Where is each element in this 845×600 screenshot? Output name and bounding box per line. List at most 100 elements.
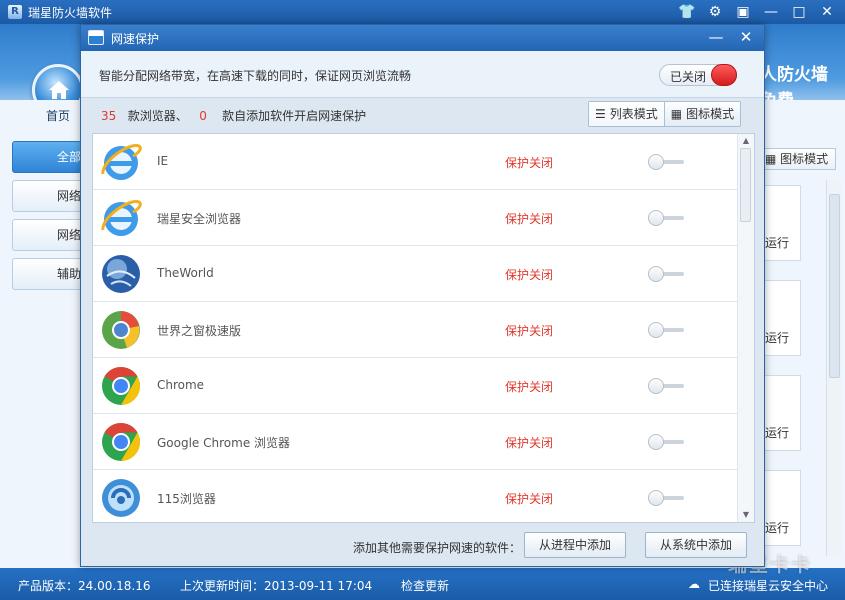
add-from-process-button[interactable]: 从进程中添加: [524, 532, 626, 558]
switch-knob: [648, 266, 664, 282]
nav-home[interactable]: 首页: [46, 107, 70, 124]
scroll-down-icon[interactable]: ▼: [738, 508, 754, 522]
cloud-icon: ☁: [688, 577, 700, 591]
cloud-status: 已连接瑞星云安全中心: [708, 579, 829, 593]
grid-icon: ▦: [670, 107, 683, 121]
list-mode-label: 列表模式: [609, 107, 658, 121]
bg-card[interactable]: 运行: [764, 280, 801, 356]
close-icon[interactable]: ✕: [815, 2, 839, 22]
switch-knob: [648, 378, 664, 394]
browser-name: IE: [157, 154, 169, 168]
bg-icon-mode-button[interactable]: ▦ 图标模式: [764, 148, 836, 170]
browser-name: TheWorld: [157, 266, 214, 280]
protection-switch[interactable]: [648, 434, 684, 450]
close-icon[interactable]: ✕: [733, 26, 759, 48]
gear-icon[interactable]: ⚙: [703, 2, 727, 22]
scroll-thumb[interactable]: [740, 148, 751, 222]
browser-row[interactable]: IE 保护关闭: [93, 134, 738, 190]
bg-card-text: 运行: [765, 331, 790, 345]
switch-knob: [648, 210, 664, 226]
browser-name: 115浏览器: [157, 492, 216, 506]
side-button-network-1[interactable]: 网络: [12, 180, 82, 212]
toggle-knob: [711, 64, 737, 86]
browser-row[interactable]: Google Chrome 浏览器 保护关闭: [93, 414, 738, 470]
side-button-assist[interactable]: 辅助: [12, 258, 82, 290]
icon-mode-button[interactable]: ▦ 图标模式: [663, 102, 741, 126]
check-update-link[interactable]: 检查更新: [401, 577, 449, 594]
list-mode-button[interactable]: ☰ 列表模式: [589, 102, 664, 126]
add-software-label: 添加其他需要保护网速的软件：: [353, 541, 522, 555]
count-text-1: 款浏览器、: [127, 109, 188, 123]
chrome-icon: [99, 364, 143, 408]
browser-count: 35: [101, 109, 117, 123]
switch-knob: [648, 154, 664, 170]
protection-switch[interactable]: [648, 378, 684, 394]
bg-card[interactable]: 运行: [764, 375, 801, 451]
browser-list: IE 保护关闭 瑞星安全浏览器 保护关闭 TheWorld 保护关闭 世界之窗极速版 保护关闭…: [92, 133, 755, 523]
side-button-network-2[interactable]: 网络: [12, 219, 82, 251]
bg-card-text: 运行: [765, 236, 790, 250]
browser-name: 瑞星安全浏览器: [157, 212, 242, 226]
browser-name: Chrome: [157, 378, 205, 392]
theworld-globe-icon: [99, 252, 143, 296]
115-browser-icon: [99, 476, 143, 520]
maximize-icon[interactable]: □: [787, 2, 811, 22]
software-count: 0: [199, 109, 207, 123]
switch-knob: [648, 322, 664, 338]
protection-count: 35 款浏览器、 0 款自添加软件开启网速保护: [101, 107, 366, 124]
minimize-icon[interactable]: —: [759, 2, 783, 22]
bg-card[interactable]: 运行: [764, 470, 801, 546]
protection-status: 保护关闭: [505, 492, 554, 506]
main-titlebar: R 瑞星防火墙软件 👕 ⚙ ▣ — □ ✕: [0, 0, 845, 24]
protection-master-toggle[interactable]: 已关闭: [659, 64, 737, 86]
browser-row[interactable]: TheWorld 保护关闭: [93, 246, 738, 302]
slogan-line-1: 人防火墙: [760, 65, 828, 85]
dialog-title: 网速保护: [111, 32, 160, 46]
protection-status: 保护关闭: [505, 212, 554, 226]
bg-scroll-thumb[interactable]: [829, 194, 840, 378]
chrome-icon: [99, 420, 143, 464]
ie-icon: [99, 140, 143, 184]
add-from-system-button[interactable]: 从系统中添加: [645, 532, 747, 558]
protection-switch[interactable]: [648, 266, 684, 282]
icon-mode-label: 图标模式: [686, 107, 735, 121]
minimize-icon[interactable]: —: [703, 26, 729, 48]
menu-icon[interactable]: ▣: [731, 2, 755, 22]
feature-description: 智能分配网络带宽，在高速下载的同时，保证网页浏览流畅: [99, 69, 412, 83]
bg-icon-mode-label: 图标模式: [780, 152, 829, 166]
browser-row[interactable]: Chrome 保护关闭: [93, 358, 738, 414]
rising-logo-icon: R: [8, 5, 22, 19]
home-icon: [49, 81, 69, 99]
browser-name: 世界之窗极速版: [157, 324, 242, 338]
bg-card-text: 运行: [765, 521, 790, 535]
status-bar: 产品版本：24.00.18.16 上次更新时间：2013-09-11 17:04…: [0, 568, 845, 600]
bg-card[interactable]: 运行: [764, 185, 801, 261]
scroll-up-icon[interactable]: ▲: [738, 134, 754, 148]
list-scrollbar[interactable]: ▲ ▼: [737, 134, 754, 522]
ie-icon: [99, 196, 143, 240]
dialog-titlebar: 网速保护 — ✕: [81, 25, 764, 51]
protection-switch[interactable]: [648, 210, 684, 226]
browser-row[interactable]: 世界之窗极速版 保护关闭: [93, 302, 738, 358]
main-window-title: 瑞星防火墙软件: [28, 5, 113, 20]
protection-status: 保护关闭: [505, 268, 554, 282]
side-button-all[interactable]: 全部: [12, 141, 82, 173]
dialog-header: 智能分配网络带宽，在高速下载的同时，保证网页浏览流畅 已关闭: [81, 51, 764, 98]
toggle-label: 已关闭: [670, 70, 707, 84]
shirt-icon[interactable]: 👕: [675, 2, 699, 22]
browser-name: Google Chrome 浏览器: [157, 436, 291, 450]
count-text-2: 款自添加软件开启网速保护: [222, 109, 367, 123]
browser-row[interactable]: 瑞星安全浏览器 保护关闭: [93, 190, 738, 246]
theworld-chrome-icon: [99, 308, 143, 352]
protection-switch[interactable]: [648, 154, 684, 170]
switch-knob: [648, 434, 664, 450]
browser-row[interactable]: 115浏览器 保护关闭: [93, 470, 738, 522]
bg-scrollbar[interactable]: [826, 180, 842, 556]
last-update-time: 上次更新时间：2013-09-11 17:04: [180, 579, 373, 593]
view-mode-toggle: ☰ 列表模式 ▦ 图标模式: [588, 101, 742, 127]
protection-status: 保护关闭: [505, 156, 554, 170]
switch-knob: [648, 490, 664, 506]
protection-switch[interactable]: [648, 490, 684, 506]
protection-switch[interactable]: [648, 322, 684, 338]
network-speed-protection-dialog: 网速保护 — ✕ 智能分配网络带宽，在高速下载的同时，保证网页浏览流畅 已关闭 …: [80, 24, 765, 567]
